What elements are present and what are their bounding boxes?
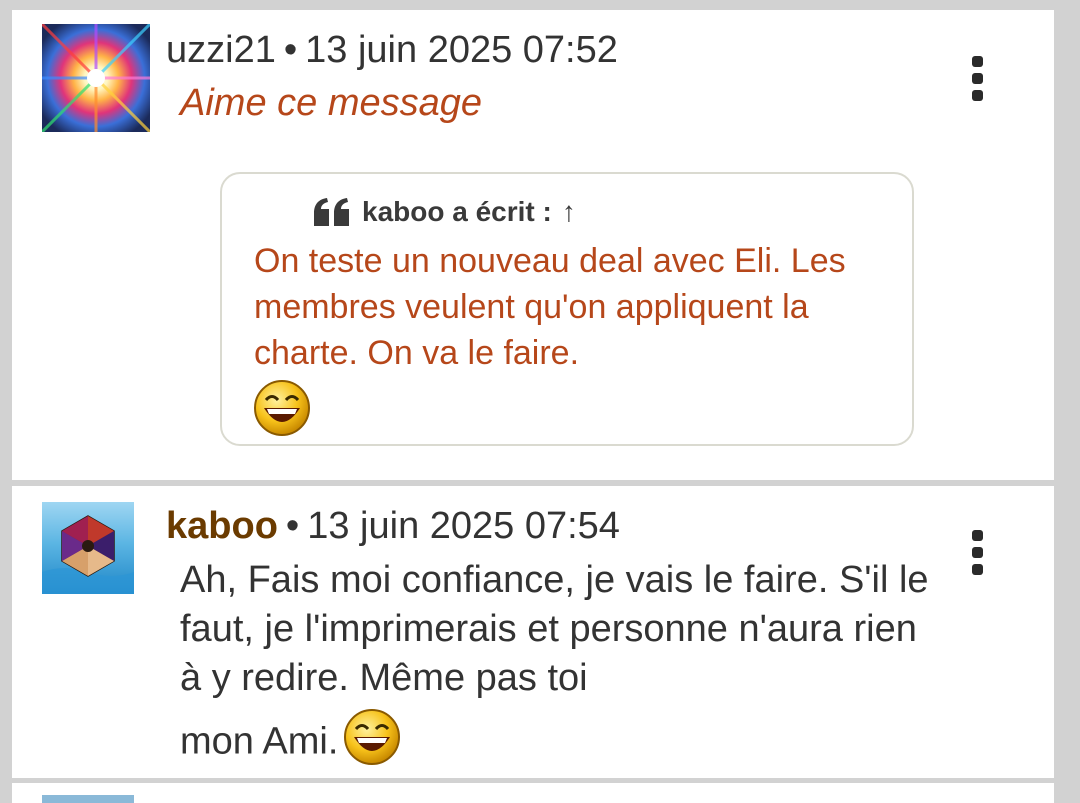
quote-icon xyxy=(314,198,349,226)
post-body: Ah, Fais moi confiance, je vais le faire… xyxy=(180,556,940,780)
avatar xyxy=(42,795,134,803)
post-text-end: mon Ami. xyxy=(180,720,339,763)
post-timestamp: 13 juin 2025 07:54 xyxy=(307,505,620,547)
author-name[interactable]: kaboo xyxy=(166,505,278,547)
post-timestamp: 13 juin 2025 07:52 xyxy=(305,29,618,71)
post-meta: kaboo • 13 juin 2025 07:54 xyxy=(166,506,620,546)
quote-text: On teste un nouveau deal avec Eli. Les m… xyxy=(254,242,846,372)
like-action-text: Aime ce message xyxy=(180,82,483,124)
laughing-smiley-icon xyxy=(342,707,402,780)
post-uzzi21: uzzi21 • 13 juin 2025 07:52 Aime ce messag… xyxy=(12,10,1054,480)
quote-author: kaboo a écrit : xyxy=(362,196,552,227)
post-text-last-line: mon Ami. xyxy=(180,707,940,780)
avatar[interactable] xyxy=(42,24,150,132)
post-meta: uzzi21 • 13 juin 2025 07:52 xyxy=(166,30,618,70)
more-vertical-icon[interactable] xyxy=(970,530,984,575)
next-post xyxy=(12,783,1054,803)
separator: • xyxy=(283,29,298,71)
laughing-smiley-icon xyxy=(252,378,312,443)
author-name[interactable]: uzzi21 xyxy=(166,29,276,71)
avatar[interactable] xyxy=(42,502,134,594)
quote-header: kaboo a écrit : ↑ xyxy=(312,196,576,228)
separator: • xyxy=(285,505,300,547)
more-vertical-icon[interactable] xyxy=(970,56,984,101)
jump-to-post-link[interactable]: ↑ xyxy=(562,196,576,228)
post-kaboo: kaboo • 13 juin 2025 07:54 Ah, Fais moi co… xyxy=(12,486,1054,778)
post-text: Ah, Fais moi confiance, je vais le faire… xyxy=(180,559,929,699)
quote-block: kaboo a écrit : ↑ On teste un nouveau de… xyxy=(220,172,914,446)
